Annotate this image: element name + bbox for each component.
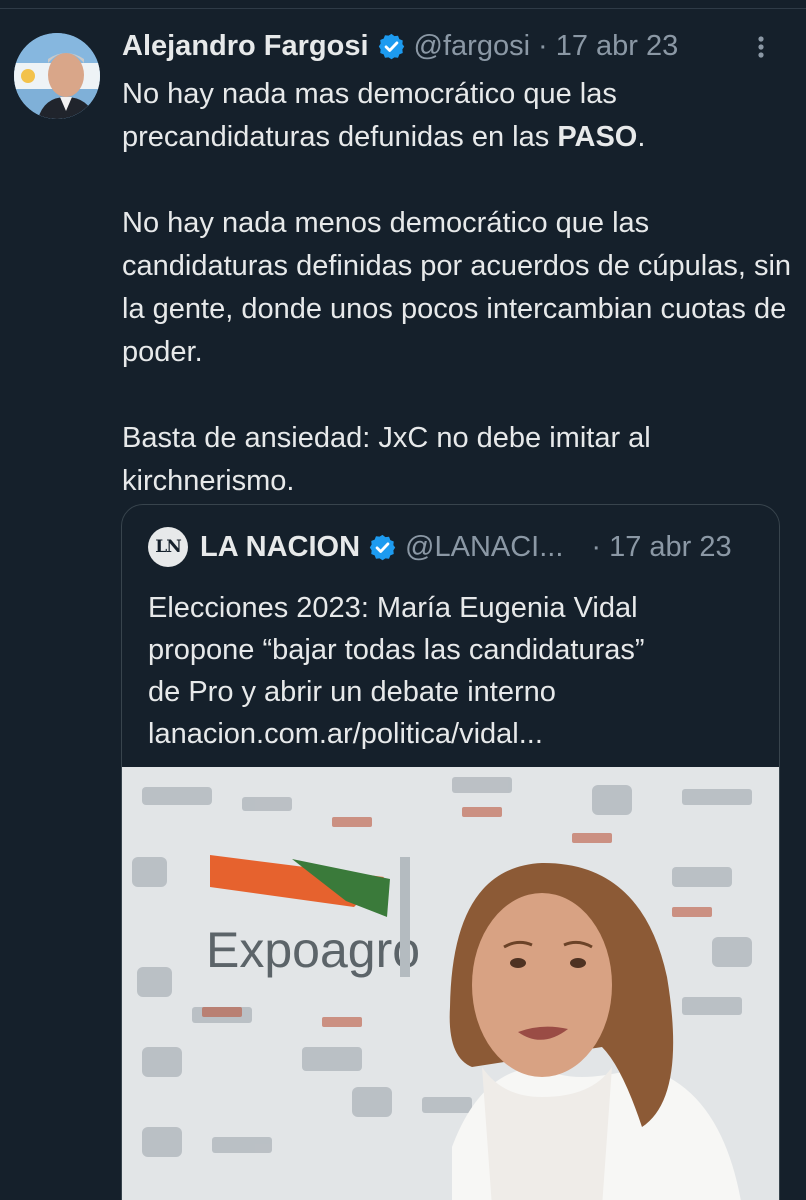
- quoted-text-line-2: propone “bajar todas las candidaturas”: [148, 634, 645, 666]
- tweet-text: No hay nada mas democrático que las prec…: [122, 73, 792, 503]
- quoted-tweet[interactable]: LN LA NACION @LANACI... · 17 abr 23 Elec…: [121, 504, 780, 1200]
- expoagro-logo-text: Expoagro: [206, 922, 420, 978]
- la-nacion-logo-text: LN: [155, 537, 181, 557]
- avatar-image: [14, 33, 100, 119]
- tweet-paragraph-1-text: No hay nada mas democrático que las prec…: [122, 78, 617, 153]
- tweet-bold-word: PASO: [557, 121, 638, 153]
- quoted-verified-badge-icon: [369, 534, 396, 560]
- quoted-author-name: LA NACION: [200, 530, 361, 563]
- tweet[interactable]: Alejandro Fargosi @fargosi · 17 abr 23 N…: [122, 24, 792, 503]
- quoted-author-handle: @LANACI...: [405, 530, 564, 563]
- tweet-paragraph-2: No hay nada menos democrático que las ca…: [122, 207, 792, 368]
- quoted-text-line-1: Elecciones 2023: María Eugenia Vidal: [148, 592, 638, 624]
- top-divider: [0, 8, 806, 9]
- tweet-paragraph-1: No hay nada mas democrático que las prec…: [122, 73, 792, 159]
- tweet-paragraph-1-end: .: [637, 121, 646, 153]
- quoted-tweet-image[interactable]: Expoagro: [122, 767, 779, 1200]
- quoted-link[interactable]: lanacion.com.ar/politica/vidal...: [148, 713, 758, 755]
- author-handle[interactable]: @fargosi: [414, 30, 530, 63]
- verified-badge-icon: [378, 33, 404, 59]
- quoted-text-line-3: de Pro y abrir un debate interno: [148, 676, 556, 708]
- quoted-tweet-date: 17 abr 23: [609, 530, 732, 563]
- avatar[interactable]: [14, 33, 100, 119]
- quoted-separator-dot: ·: [591, 530, 602, 563]
- quoted-tweet-header: LN LA NACION @LANACI... · 17 abr 23: [148, 527, 758, 567]
- author-name[interactable]: Alejandro Fargosi: [122, 30, 369, 63]
- separator-dot: ·: [538, 29, 548, 62]
- tweet-paragraph-3: Basta de ansiedad: JxC no debe imitar al…: [122, 422, 651, 497]
- more-options-icon[interactable]: [746, 32, 776, 62]
- la-nacion-logo: LN: [148, 527, 188, 567]
- tweet-header: Alejandro Fargosi @fargosi · 17 abr 23: [122, 24, 792, 68]
- quoted-tweet-text: Elecciones 2023: María Eugenia Vidal pro…: [148, 587, 758, 755]
- tweet-date[interactable]: 17 abr 23: [556, 30, 679, 63]
